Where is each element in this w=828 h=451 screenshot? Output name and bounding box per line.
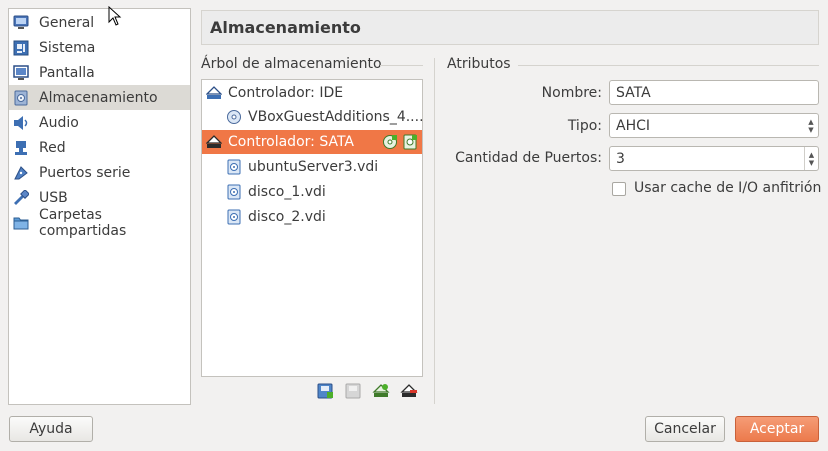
sidebar-item-audio[interactable]: Audio	[9, 110, 190, 135]
tree-controller-ide[interactable]: Controlador: IDE	[205, 81, 420, 105]
accept-button[interactable]: Aceptar	[735, 416, 819, 442]
hard-disk-icon	[226, 209, 242, 225]
serial-port-icon	[13, 165, 29, 181]
tree-node-label: disco_2.vdi	[248, 209, 326, 225]
add-optical-drive-icon[interactable]	[382, 134, 398, 150]
sidebar-item-label: Almacenamiento	[39, 89, 158, 106]
speaker-icon	[13, 115, 29, 131]
name-field[interactable]: SATA	[609, 80, 819, 105]
hard-disk-icon	[226, 159, 242, 175]
tree-node-label: Controlador: IDE	[228, 85, 344, 101]
tree-device-disk[interactable]: ubuntuServer3.vdi	[226, 155, 420, 179]
tree-device-disk[interactable]: disco_1.vdi	[226, 180, 420, 204]
add-hard-disk-icon[interactable]	[402, 134, 418, 150]
remove-attachment-icon	[344, 382, 362, 400]
group-divider	[380, 65, 423, 66]
sidebar-item-label: USB	[39, 189, 68, 206]
display-icon	[13, 64, 29, 81]
network-icon	[13, 140, 29, 156]
sidebar-item-storage[interactable]: Almacenamiento	[9, 85, 190, 110]
ports-value: 3	[616, 150, 625, 167]
sidebar-item-network[interactable]: Red	[9, 135, 190, 160]
motherboard-icon	[13, 40, 29, 56]
sidebar-item-general[interactable]: General	[9, 10, 190, 35]
sidebar-item-label: Red	[39, 139, 66, 156]
settings-category-list: General Sistema Pantalla Almacenamiento …	[8, 8, 191, 405]
sidebar-item-display[interactable]: Pantalla	[9, 60, 190, 85]
type-select-value: AHCI	[616, 117, 651, 134]
sidebar-item-system[interactable]: Sistema	[9, 35, 190, 60]
optical-disc-icon	[226, 109, 242, 125]
storage-tree-title: Árbol de almacenamiento	[201, 56, 382, 72]
usb-icon	[13, 188, 30, 206]
tree-node-label: Controlador: SATA	[228, 134, 354, 150]
storage-icon	[13, 90, 29, 106]
page-title: Almacenamiento	[201, 10, 819, 45]
sidebar-item-shared-folders[interactable]: Carpetas compartidas	[9, 207, 190, 239]
folder-icon	[13, 215, 29, 231]
sidebar-item-label: Carpetas compartidas	[39, 206, 127, 239]
remove-controller-icon[interactable]	[400, 382, 418, 400]
tree-device-disk[interactable]: disco_2.vdi	[226, 205, 420, 229]
tree-controller-sata[interactable]: Controlador: SATA	[202, 130, 422, 154]
sidebar-item-label: Pantalla	[39, 64, 95, 81]
cancel-button[interactable]: Cancelar	[645, 416, 725, 442]
type-label: Tipo:	[567, 118, 602, 134]
tree-device-optical[interactable]: VBoxGuestAdditions_4....	[226, 105, 424, 129]
tree-node-label: disco_1.vdi	[248, 184, 326, 200]
name-label: Nombre:	[541, 85, 602, 101]
select-arrows-icon: ▲ ▼	[808, 117, 814, 134]
spinbox-arrows-icon[interactable]: ▲ ▼	[804, 147, 818, 170]
add-controller-icon[interactable]	[372, 382, 390, 400]
tree-node-label: VBoxGuestAdditions_4....	[248, 109, 424, 125]
monitor-icon	[13, 15, 29, 31]
help-button[interactable]: Ayuda	[9, 416, 93, 442]
ide-controller-icon	[205, 85, 223, 101]
host-io-cache-checkbox[interactable]	[612, 182, 626, 196]
storage-tree[interactable]: Controlador: IDE VBoxGuestAdditions_4...…	[201, 79, 424, 377]
sidebar-item-label: Audio	[39, 114, 79, 131]
tree-node-label: ubuntuServer3.vdi	[248, 159, 379, 175]
ports-label: Cantidad de Puertos:	[455, 150, 602, 166]
sidebar-item-label: Puertos serie	[39, 164, 131, 181]
host-io-cache-label: Usar cache de I/O anfitrión	[634, 180, 822, 196]
sata-controller-icon	[205, 134, 223, 150]
sidebar-item-label: Sistema	[39, 39, 96, 56]
pane-separator	[434, 58, 435, 404]
add-attachment-icon[interactable]	[316, 382, 334, 400]
sidebar-item-label: General	[39, 14, 95, 31]
sidebar-item-serial-ports[interactable]: Puertos serie	[9, 160, 190, 185]
mouse-cursor-icon	[108, 5, 122, 30]
group-divider	[518, 65, 819, 66]
hard-disk-icon	[226, 184, 242, 200]
ports-spinbox[interactable]: 3 ▲ ▼	[609, 146, 819, 171]
attributes-title: Atributos	[447, 56, 511, 72]
type-select[interactable]: AHCI ▲ ▼	[609, 113, 819, 138]
